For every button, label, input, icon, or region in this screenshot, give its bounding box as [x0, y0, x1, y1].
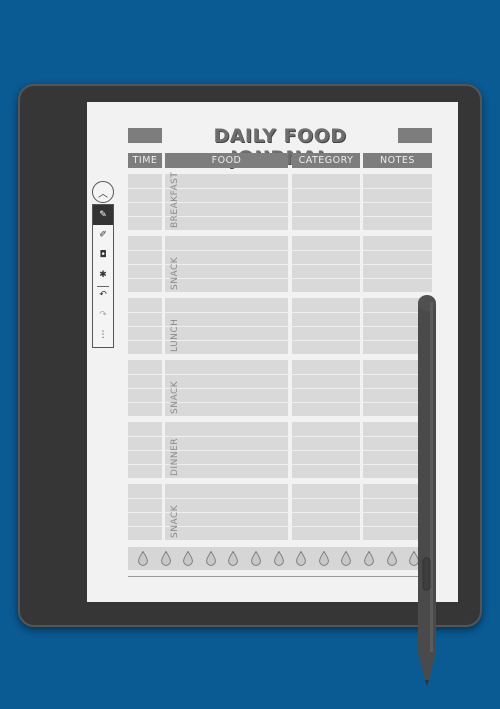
highlighter-icon: ✐: [99, 230, 107, 240]
water-drop-icon[interactable]: [296, 551, 307, 566]
meal-label: SNACK: [170, 380, 180, 414]
row-line: [128, 250, 432, 251]
column-header-notes: NOTES: [363, 153, 432, 168]
toolbar-collapse-button[interactable]: ︿: [92, 181, 114, 203]
undo-icon: ↶: [99, 290, 107, 300]
lasso-tool[interactable]: ✱: [93, 265, 113, 285]
redo-button[interactable]: ↷: [93, 305, 113, 325]
row-line: [128, 498, 432, 499]
title-bar-left: [128, 128, 162, 143]
column-header-time: TIME: [128, 153, 162, 168]
row-line: [128, 312, 432, 313]
water-drop-icon[interactable]: [386, 551, 397, 566]
eraser-tool[interactable]: ◘: [93, 245, 113, 265]
meal-label: SNACK: [170, 504, 180, 538]
chevron-up-icon: ︿: [98, 188, 108, 200]
title-bar-right: [398, 128, 432, 143]
water-drop-icon[interactable]: [341, 551, 352, 566]
stylus-pen: [418, 295, 436, 686]
water-drop-icon[interactable]: [183, 551, 194, 566]
eraser-icon: ◘: [99, 250, 107, 260]
row-line: [128, 374, 432, 375]
water-drop-icon[interactable]: [138, 551, 148, 566]
lasso-icon: ✱: [99, 270, 107, 280]
row-line: [128, 436, 432, 437]
meal-label: DINNER: [170, 438, 180, 476]
water-drop-icon[interactable]: [228, 551, 239, 566]
column-header-food: FOOD: [165, 153, 288, 168]
column-header-category: CATEGORY: [292, 153, 360, 168]
more-button[interactable]: ⋮: [93, 325, 113, 345]
water-drop-icon[interactable]: [364, 551, 374, 566]
pen-tool[interactable]: ✎: [93, 205, 113, 225]
water-drop-icon[interactable]: [251, 551, 261, 566]
water-drop-icon[interactable]: [273, 551, 284, 566]
meal-label: BREAKFAST: [170, 171, 180, 228]
bottom-divider: [128, 576, 428, 577]
water-drop-icon[interactable]: [160, 551, 171, 566]
pen-toolbar: ✎ ✐ ◘ ✱ ↶ ↷ ⋮: [92, 204, 114, 348]
meal-label: SNACK: [170, 256, 180, 290]
pen-icon: ✎: [99, 210, 107, 220]
undo-button[interactable]: ↶: [93, 285, 113, 305]
redo-icon: ↷: [99, 310, 107, 320]
water-drop-icon[interactable]: [205, 551, 216, 566]
more-icon: ⋮: [98, 330, 108, 340]
toolbar-divider: [97, 286, 109, 287]
water-drop-icon[interactable]: [318, 551, 329, 566]
meal-label: LUNCH: [170, 318, 180, 352]
highlighter-tool[interactable]: ✐: [93, 225, 113, 245]
